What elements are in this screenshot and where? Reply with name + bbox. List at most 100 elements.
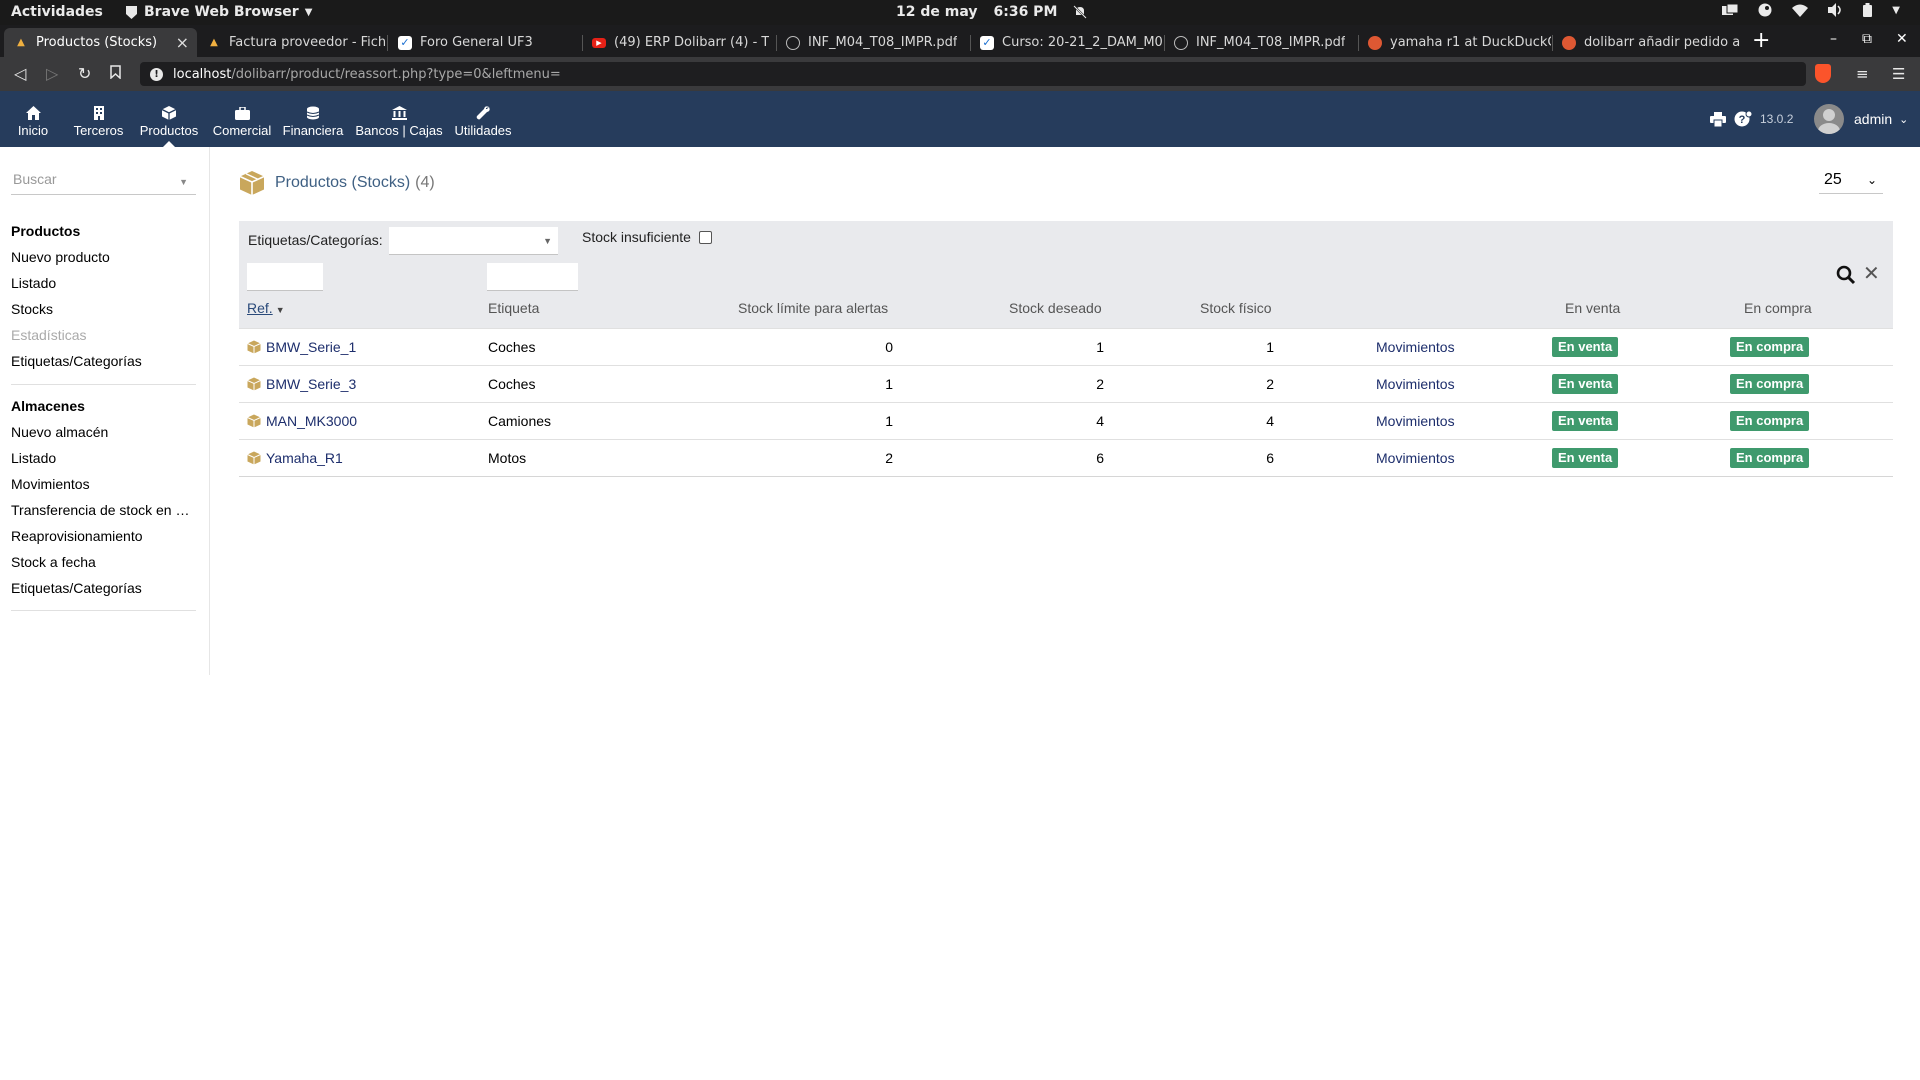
- playlist-icon[interactable]: ≡: [1856, 65, 1869, 83]
- record-count: (4): [415, 174, 435, 191]
- stock-insufficient-filter[interactable]: Stock insuficiente: [582, 229, 712, 245]
- system-tray[interactable]: ▼: [1722, 3, 1900, 17]
- url-bar[interactable]: ! localhost/dolibarr/product/reassort.ph…: [140, 62, 1806, 86]
- menu-label: Comercial: [212, 123, 272, 138]
- activities-button[interactable]: Actividades: [11, 4, 103, 20]
- user-menu[interactable]: admin ⌄: [1814, 91, 1908, 147]
- sidebar-item-reaprovisionamiento[interactable]: Reaprovisionamiento: [11, 523, 196, 549]
- physical-stock-value: 2: [1266, 376, 1274, 392]
- tab-dolibarr-pedido-search[interactable]: dolibarr añadir pedido a s: [1552, 28, 1741, 57]
- movements-link[interactable]: Movimientos: [1376, 450, 1455, 466]
- movements-link[interactable]: Movimientos: [1376, 413, 1455, 429]
- site-info-icon[interactable]: !: [150, 67, 163, 81]
- help-icon[interactable]: ?: [1734, 91, 1752, 147]
- tab-yamaha-r1-search[interactable]: yamaha r1 at DuckDuckGo: [1358, 28, 1551, 57]
- sidebar-item-listado-almacenes[interactable]: Listado: [11, 445, 196, 471]
- clock-time: 6:36 PM: [993, 4, 1058, 20]
- brave-shields-icon[interactable]: [1815, 64, 1831, 83]
- minimize-icon[interactable]: –: [1830, 31, 1837, 47]
- forward-icon[interactable]: ▷: [46, 64, 58, 83]
- menu-financiera[interactable]: Financiera: [281, 91, 345, 147]
- product-ref-link[interactable]: BMW_Serie_3: [247, 376, 356, 392]
- chevron-down-icon: ⌄: [1866, 173, 1877, 187]
- menu-comercial[interactable]: Comercial: [210, 91, 274, 147]
- reload-icon[interactable]: ↻: [78, 64, 91, 83]
- column-header-label[interactable]: Etiqueta: [488, 300, 539, 316]
- desired-stock-value: 1: [1096, 339, 1104, 355]
- sidebar-item-movimientos[interactable]: Movimientos: [11, 471, 196, 497]
- column-header-ref[interactable]: Ref. ▼: [247, 300, 285, 316]
- new-tab-button[interactable]: +: [1752, 28, 1770, 53]
- menu-utilidades[interactable]: Utilidades: [452, 91, 514, 147]
- dolibarr-icon: ▲: [17, 37, 25, 48]
- page-size-select[interactable]: 25 ⌄: [1819, 166, 1883, 194]
- column-header-on-sale[interactable]: En venta: [1565, 300, 1620, 316]
- window-close-icon[interactable]: ✕: [1896, 31, 1908, 47]
- categories-filter-select[interactable]: ▼: [389, 227, 558, 255]
- clear-filter-icon[interactable]: ✕: [1863, 261, 1880, 285]
- tab-curso-dam[interactable]: ✓ Curso: 20-21_2_DAM_M04A: [970, 28, 1163, 57]
- sidebar-item-etiquetas[interactable]: Etiquetas/Categorías: [11, 348, 196, 374]
- menu-inicio[interactable]: Inicio: [12, 91, 54, 147]
- tab-productos-stocks[interactable]: ▲ Productos (Stocks) ×: [4, 28, 197, 57]
- sidebar-item-nuevo-almacen[interactable]: Nuevo almacén: [11, 419, 196, 445]
- sidebar-item-nuevo-producto[interactable]: Nuevo producto: [11, 244, 196, 270]
- product-ref-link[interactable]: MAN_MK3000: [247, 413, 357, 429]
- ref-filter-input[interactable]: [247, 263, 323, 291]
- column-header-physical-stock[interactable]: Stock físico: [1200, 300, 1272, 316]
- tab-erp-dolibarr-video[interactable]: ▶ (49) ERP Dolibarr (4) - T: [582, 28, 775, 57]
- close-icon[interactable]: ×: [176, 33, 189, 52]
- label-filter-input[interactable]: [487, 263, 578, 291]
- restore-icon[interactable]: ⧉: [1862, 31, 1872, 47]
- app-menu[interactable]: Brave Web Browser ▼: [125, 4, 312, 20]
- print-icon[interactable]: [1710, 91, 1726, 147]
- sidebar-item-transferencia[interactable]: Transferencia de stock en masa: [11, 497, 196, 523]
- home-icon: [25, 100, 41, 120]
- column-header-ref-label: Ref.: [247, 300, 273, 316]
- sidebar-item-etiquetas-almacen[interactable]: Etiquetas/Categorías: [11, 575, 196, 601]
- tab-inf-pdf-2[interactable]: INF_M04_T08_IMPR.pdf: [1164, 28, 1357, 57]
- column-header-stock-limit[interactable]: Stock límite para alertas: [738, 300, 888, 316]
- movements-link[interactable]: Movimientos: [1376, 376, 1455, 392]
- moodle-icon: ✓: [980, 35, 994, 50]
- movements-link[interactable]: Movimientos: [1376, 339, 1455, 355]
- clock[interactable]: 12 de may 6:36 PM: [896, 4, 1088, 20]
- tab-factura-proveedor[interactable]: ▲ Factura proveedor - Ficha: [197, 28, 386, 57]
- menu-label: Productos: [139, 123, 199, 138]
- tab-foro-general[interactable]: ✓ Foro General UF3: [388, 28, 581, 57]
- menu-productos[interactable]: Productos: [136, 91, 202, 147]
- product-ref-link[interactable]: Yamaha_R1: [247, 450, 343, 466]
- tab-title: Factura proveedor - Ficha: [229, 35, 386, 50]
- back-icon[interactable]: ◁: [14, 64, 26, 83]
- cube-icon: [162, 100, 176, 120]
- stock-insufficient-label: Stock insuficiente: [582, 229, 691, 245]
- on-purchase-badge: En compra: [1730, 448, 1810, 468]
- sidebar-title-productos[interactable]: Productos: [11, 218, 196, 244]
- sidebar-item-stock-a-fecha[interactable]: Stock a fecha: [11, 549, 196, 575]
- bookmark-icon[interactable]: [110, 64, 121, 83]
- coins-icon: [306, 100, 320, 120]
- product-ref-link[interactable]: BMW_Serie_1: [247, 339, 356, 355]
- clock-date: 12 de may: [896, 4, 978, 20]
- page-header: Productos (Stocks) (4): [239, 170, 435, 196]
- column-header-on-purchase[interactable]: En compra: [1744, 300, 1812, 316]
- stock-insufficient-checkbox[interactable]: [698, 230, 712, 244]
- sidebar-item-listado[interactable]: Listado: [11, 270, 196, 296]
- wifi-icon: [1792, 4, 1809, 17]
- chevron-down-icon: ▼: [304, 6, 313, 18]
- chevron-down-icon: ⌄: [1899, 113, 1909, 126]
- globe-icon: [1174, 35, 1188, 50]
- menu-terceros[interactable]: Terceros: [70, 91, 127, 147]
- search-icon[interactable]: [1836, 265, 1856, 285]
- url-host: localhost: [173, 66, 232, 82]
- table-row: Yamaha_R1 Motos 2 6 6 Movimientos En ven…: [239, 439, 1893, 476]
- product-label: Coches: [488, 339, 536, 355]
- column-header-desired-stock[interactable]: Stock deseado: [1009, 300, 1102, 316]
- menu-bancos-cajas[interactable]: Bancos | Cajas: [354, 91, 444, 147]
- sidebar-title-almacenes[interactable]: Almacenes: [11, 393, 196, 419]
- sidebar-item-stocks[interactable]: Stocks: [11, 296, 196, 322]
- search-select[interactable]: Buscar ▼: [11, 171, 196, 195]
- hamburger-menu-icon[interactable]: ☰: [1892, 65, 1905, 83]
- chevron-down-icon: ▼: [543, 236, 552, 246]
- tab-inf-pdf-1[interactable]: INF_M04_T08_IMPR.pdf: [776, 28, 969, 57]
